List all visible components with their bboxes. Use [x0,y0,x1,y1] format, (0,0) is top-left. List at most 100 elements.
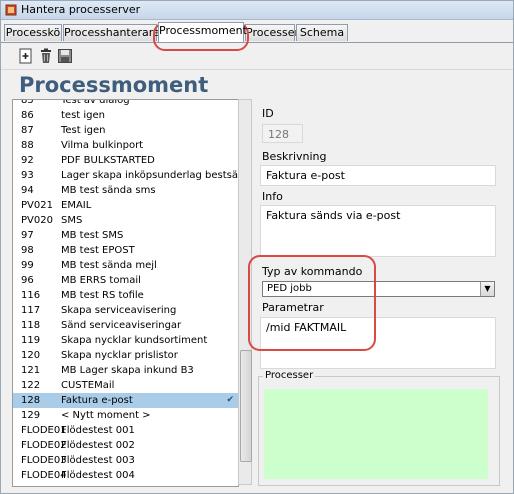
list-item-name: Flödestest 004 [61,470,135,481]
delete-icon[interactable] [38,48,54,64]
beskrivning-label: Beskrivning [262,150,327,163]
list-item-code: 99 [21,260,34,271]
list-item-name: MB test SMS [61,230,124,241]
list-item-name: Faktura e-post [61,395,133,406]
list-item[interactable]: 92 PDF BULKSTARTED [13,153,238,168]
scrollbar-thumb[interactable] [240,350,252,462]
list-item[interactable]: 122 CUSTEMail [13,378,238,393]
typ-av-kommando-label: Typ av kommando [262,265,363,278]
list-item-code: 118 [21,320,41,331]
list-scrollbar[interactable] [238,99,252,485]
list-item-name: Flödestest 002 [61,440,135,451]
list-item-code: 96 [21,275,34,286]
list-item[interactable]: 87 Test igen [13,123,238,138]
list-item[interactable]: 121 MB Lager skapa inkund B3 [13,363,238,378]
list-item[interactable]: PV020 SMS [13,213,238,228]
page-title: Processmoment [19,73,209,97]
list-item[interactable]: FLODE02 Flödestest 002 [13,438,238,453]
list-item-name: Skapa nycklar prislistor [61,350,178,361]
list-item-code: FLODE03 [21,455,67,466]
add-icon[interactable] [18,48,34,64]
list-item-code: 86 [21,110,34,121]
app-window: Hantera processerver Processkö Processha… [0,0,514,494]
list-item-code: 97 [21,230,34,241]
list-item-name: MB ERRS tomail [61,275,141,286]
tab-processmoment[interactable]: Processmoment [158,22,247,42]
app-icon [5,4,17,16]
list-item[interactable]: FLODE01 Flödestest 001 [13,423,238,438]
list-item[interactable]: 86 test igen [13,108,238,123]
list-item[interactable]: 119 Skapa nycklar kundsortiment [13,333,238,348]
list-item[interactable]: 88 Vilma bulkinport [13,138,238,153]
list-item[interactable]: 118 Sänd serviceaviseringar [13,318,238,333]
list-item-code: 92 [21,155,34,166]
typ-av-kommando-select[interactable]: PED jobb ▼ [262,281,495,297]
list-item[interactable]: 96 MB ERRS tomail [13,273,238,288]
list-item-code: PV020 [21,215,53,226]
list-item-name: Skapa nycklar kundsortiment [61,335,208,346]
tab-processhanterare[interactable]: Processhanterare [63,24,160,41]
list-item-code: 98 [21,245,34,256]
save-icon[interactable] [57,48,73,64]
list-item-name: MB test sända sms [61,185,156,196]
id-field: 128 [262,124,303,143]
processer-groupbox: Processer [258,370,500,486]
list-item-name: Flödestest 001 [61,425,135,436]
list-item-name: < Nytt moment > [61,410,151,421]
list-item[interactable]: 97 MB test SMS [13,228,238,243]
info-field[interactable]: Faktura sänds via e-post [260,205,496,257]
processer-area[interactable] [264,389,488,479]
list-item[interactable]: 120 Skapa nycklar prislistor [13,348,238,363]
process-step-list[interactable]: 85 Test av dialog 86 test igen 87 Test igen 88… [12,99,239,487]
processer-label: Processer [263,370,316,381]
list-item-code: 93 [21,170,34,181]
list-item-name: EMAIL [61,200,92,211]
list-item[interactable]: 99 MB test sända mejl [13,258,238,273]
tab-bar: Processkö Processhanterare Processmoment… [1,20,513,43]
beskrivning-field[interactable]: Faktura e-post [260,165,496,186]
list-item[interactable]: FLODE03 Flödestest 003 [13,453,238,468]
list-item-code: FLODE01 [21,425,67,436]
list-item-name: Test av dialog [61,99,130,106]
list-item-name: Vilma bulkinport [61,140,144,151]
list-item[interactable]: 129 < Nytt moment > [13,408,238,423]
list-item-code: 88 [21,140,34,151]
list-item[interactable]: 98 MB test EPOST [13,243,238,258]
list-item-name: SMS [61,215,83,226]
list-item-name: test igen [61,110,105,121]
list-item[interactable]: FLODE04 Flödestest 004 [13,468,238,483]
typ-av-kommando-value: PED jobb [267,283,312,294]
list-item[interactable]: 117 Skapa serviceavisering [13,303,238,318]
list-item-name: MB test sända mejl [61,260,157,271]
list-item[interactable]: 94 MB test sända sms [13,183,238,198]
list-item-code: 119 [21,335,41,346]
toolbar [1,43,513,70]
list-item-name: MB test RS tofile [61,290,144,301]
list-item[interactable]: 116 MB test RS tofile [13,288,238,303]
list-item-name: Skapa serviceavisering [61,305,177,316]
list-item[interactable]: 93 Lager skapa inköpsunderlag bestsätt [13,168,238,183]
tab-processer[interactable]: Processer [245,24,299,41]
title-bar: Hantera processerver [1,1,513,20]
list-item-code: 128 [21,395,41,406]
list-item-code: 116 [21,290,41,301]
dropdown-arrow-icon[interactable]: ▼ [480,282,494,296]
list-item[interactable]: 85 Test av dialog [13,99,238,108]
list-item-code: 121 [21,365,41,376]
window-title: Hantera processerver [21,3,141,16]
list-item-code: 120 [21,350,41,361]
list-item[interactable]: 128 Faktura e-post ✔ [13,393,238,408]
list-item-code: 85 [21,99,34,106]
list-item-name: Test igen [61,125,106,136]
tab-schema[interactable]: Schema [296,24,348,41]
parametrar-field[interactable]: /mid FAKTMAIL [260,317,496,369]
list-item[interactable]: PV021 EMAIL [13,198,238,213]
tab-processko[interactable]: Processkö [4,24,62,41]
row-edit-check-icon: ✔ [226,395,234,405]
list-item-name: MB Lager skapa inkund B3 [61,365,194,376]
list-item-name: CUSTEMail [61,380,115,391]
list-item-name: Lager skapa inköpsunderlag bestsätt [61,170,239,181]
list-item-code: 117 [21,305,41,316]
list-item-name: Flödestest 003 [61,455,135,466]
list-item-name: MB test EPOST [61,245,135,256]
